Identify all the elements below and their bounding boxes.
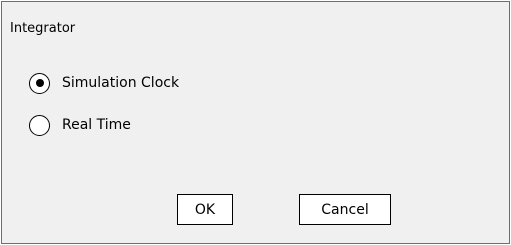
- ok-button[interactable]: OK: [177, 194, 233, 225]
- radio-real-time[interactable]: Real Time: [29, 112, 131, 138]
- dialog-title: Integrator: [10, 21, 76, 36]
- cancel-button[interactable]: Cancel: [299, 194, 391, 225]
- radio-simulation-clock[interactable]: Simulation Clock: [29, 70, 179, 96]
- radio-unselected-icon[interactable]: [29, 114, 50, 136]
- integrator-dialog: Integrator Simulation Clock Real Time OK…: [1, 1, 510, 244]
- radio-selected-icon[interactable]: [29, 72, 50, 94]
- radio-label-simulation-clock: Simulation Clock: [62, 75, 180, 91]
- radio-label-real-time: Real Time: [62, 117, 131, 133]
- radio-dot-icon: [35, 79, 44, 87]
